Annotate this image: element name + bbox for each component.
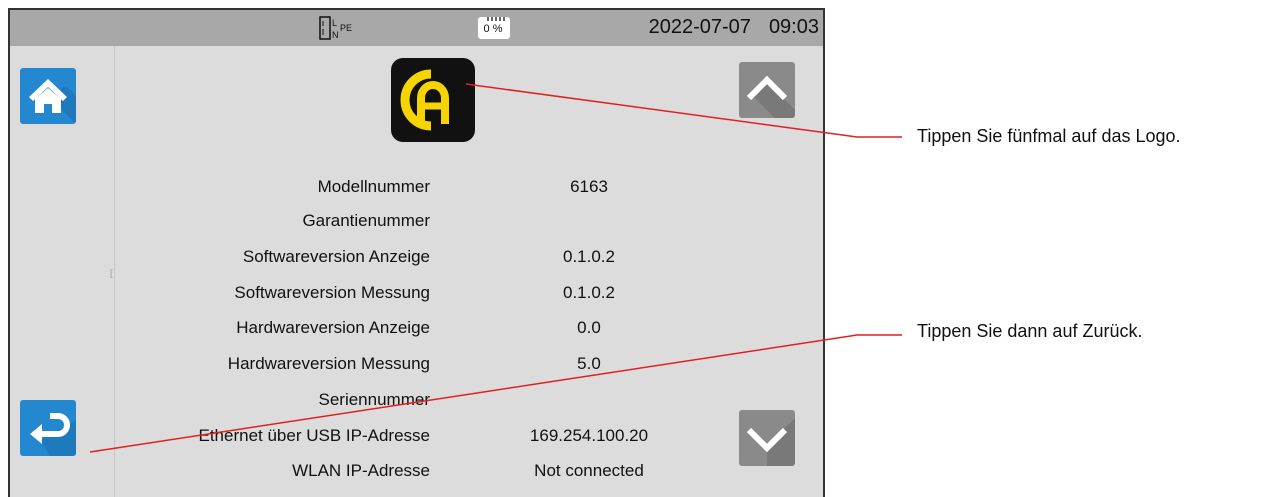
logo-callout-text: Tippen Sie fünfmal auf das Logo. [917,126,1181,146]
callout-lines [89,83,902,453]
back-callout-text: Tippen Sie dann auf Zurück. [917,321,1143,341]
logo-callout-line [465,83,902,138]
back-callout-line [89,334,902,453]
